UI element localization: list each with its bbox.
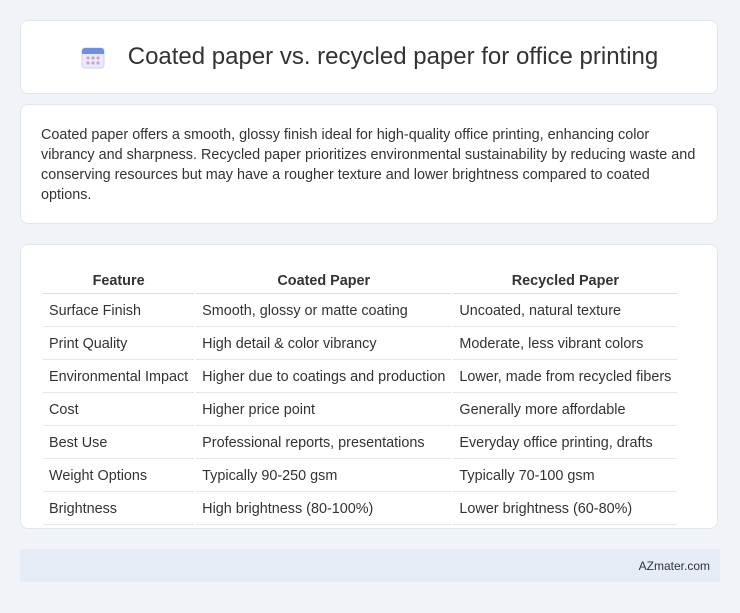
table-row: Surface Finish Smooth, glossy or matte c… (43, 296, 678, 327)
table-cell-feature: Cost (43, 395, 195, 426)
page-title: Coated paper vs. recycled paper for offi… (127, 43, 659, 70)
table-cell-feature: Best Use (43, 428, 195, 459)
footer-site-name: AZmater.com (638, 558, 710, 573)
table-cell-recycled: Everyday office printing, drafts (453, 428, 678, 459)
table-cell-recycled: Typically 70-100 gsm (453, 461, 678, 492)
table-row: Weight Options Typically 90-250 gsm Typi… (43, 461, 678, 492)
table-cell-coated: Higher price point (196, 395, 452, 426)
table-cell-coated: Smooth, glossy or matte coating (196, 296, 452, 327)
table-cell-recycled: Generally more affordable (453, 395, 678, 426)
calendar-icon (80, 44, 106, 70)
table-cell-coated: Professional reports, presentations (196, 428, 452, 459)
table-row: Environmental Impact Higher due to coati… (43, 362, 678, 393)
table-cell-feature: Environmental Impact (43, 362, 195, 393)
column-header-coated-paper: Coated Paper (196, 267, 452, 294)
table-cell-coated: High detail & color vibrancy (196, 329, 452, 360)
table-cell-feature: Print Quality (43, 329, 195, 360)
table-cell-recycled: Lower, made from recycled fibers (453, 362, 678, 393)
table-row: Print Quality High detail & color vibran… (43, 329, 678, 360)
table-row: Cost Higher price point Generally more a… (43, 395, 678, 426)
comparison-table-card: Feature Coated Paper Recycled Paper Surf… (20, 244, 718, 529)
table-row: Brightness High brightness (80-100%) Low… (43, 494, 678, 525)
table-cell-coated: Typically 90-250 gsm (196, 461, 452, 492)
header-card: Coated paper vs. recycled paper for offi… (20, 20, 718, 94)
column-header-recycled-paper: Recycled Paper (453, 267, 678, 294)
table-row: Best Use Professional reports, presentat… (43, 428, 678, 459)
table-cell-feature: Brightness (43, 494, 195, 525)
footer-bar: AZmater.com (20, 549, 720, 582)
comparison-table: Feature Coated Paper Recycled Paper Surf… (41, 265, 679, 527)
table-cell-feature: Weight Options (43, 461, 195, 492)
table-header-row: Feature Coated Paper Recycled Paper (43, 267, 678, 294)
intro-card: Coated paper offers a smooth, glossy fin… (20, 104, 718, 224)
table-cell-recycled: Uncoated, natural texture (453, 296, 678, 327)
table-cell-recycled: Moderate, less vibrant colors (453, 329, 678, 360)
table-cell-recycled: Lower brightness (60-80%) (453, 494, 678, 525)
table-cell-coated: High brightness (80-100%) (196, 494, 452, 525)
intro-paragraph: Coated paper offers a smooth, glossy fin… (41, 127, 696, 203)
column-header-feature: Feature (43, 267, 195, 294)
table-cell-coated: Higher due to coatings and production (196, 362, 452, 393)
table-cell-feature: Surface Finish (43, 296, 195, 327)
